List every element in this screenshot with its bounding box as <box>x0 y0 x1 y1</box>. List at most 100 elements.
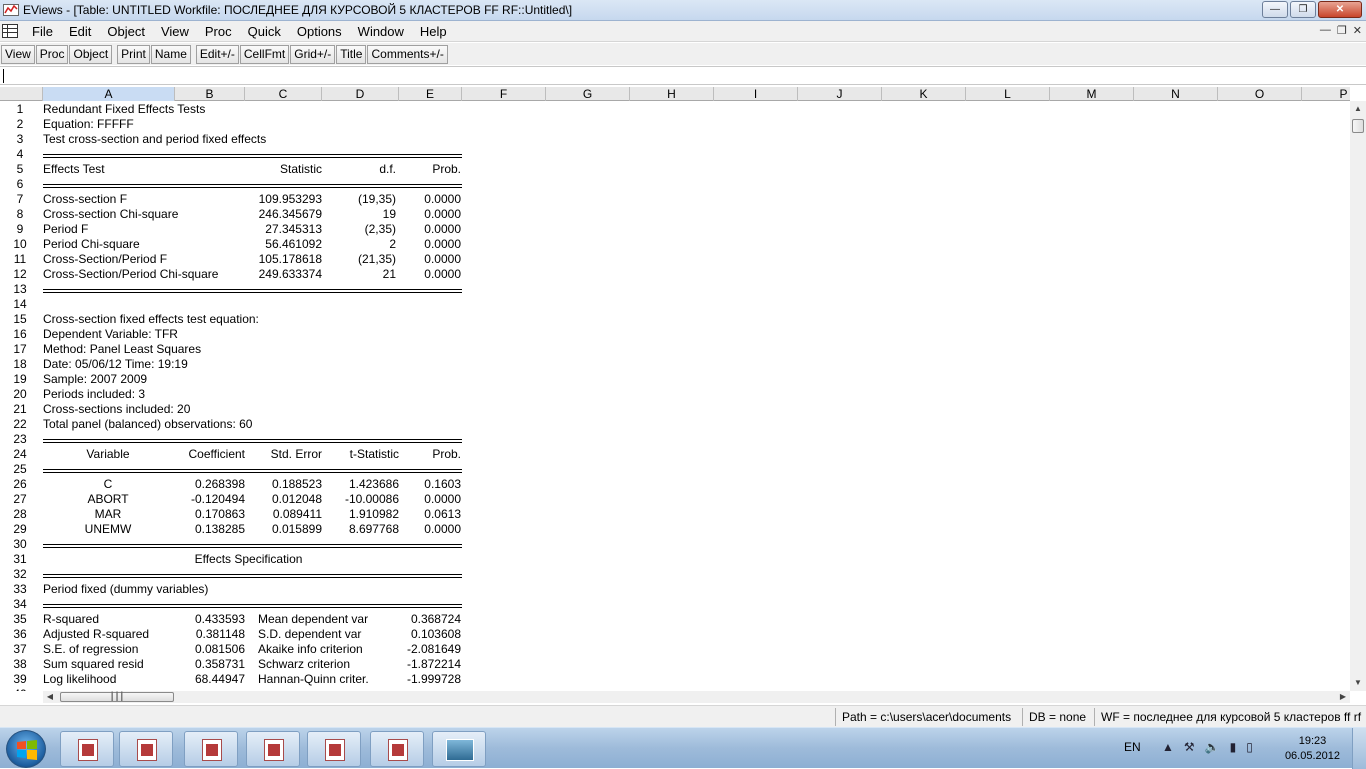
effects-test-name[interactable]: Cross-section Chi-square <box>43 207 178 222</box>
mdi-close-icon[interactable]: ✕ <box>1353 24 1362 37</box>
coef-stderror[interactable]: 0.188523 <box>245 477 322 492</box>
coef-tstat[interactable]: 8.697768 <box>322 522 399 537</box>
column-header-a[interactable]: A <box>43 87 175 101</box>
row-header[interactable]: 6 <box>0 177 40 192</box>
scroll-up-arrow-icon[interactable]: ▲ <box>1350 101 1366 117</box>
column-header-l[interactable]: L <box>966 87 1050 101</box>
menu-proc[interactable]: Proc <box>197 24 240 39</box>
coef-variable[interactable]: UNEMW <box>43 522 173 537</box>
row-header[interactable]: 9 <box>0 222 40 237</box>
row-header[interactable]: 12 <box>0 267 40 282</box>
taskbar-pdf-2[interactable] <box>119 731 173 767</box>
effects-test-name[interactable]: Period Chi-square <box>43 237 140 252</box>
stat-name[interactable]: Adjusted R-squared <box>43 627 149 642</box>
coef-header-variable[interactable]: Variable <box>43 447 173 462</box>
coef-header-tstat[interactable]: t-Statistic <box>322 447 399 462</box>
effects-header-df[interactable]: d.f. <box>322 162 396 177</box>
stat-name[interactable]: S.E. of regression <box>43 642 138 657</box>
row-header[interactable]: 13 <box>0 282 40 297</box>
effects-header-prob[interactable]: Prob. <box>399 162 461 177</box>
row-header[interactable]: 35 <box>0 612 40 627</box>
effects-df[interactable]: (19,35) <box>322 192 396 207</box>
horizontal-scroll-thumb[interactable]: ┃┃┃ <box>60 692 174 702</box>
coef-prob[interactable]: 0.0000 <box>399 492 461 507</box>
close-button[interactable]: ✕ <box>1318 1 1362 18</box>
menu-options[interactable]: Options <box>289 24 350 39</box>
show-hidden-icons-icon[interactable]: ▲ <box>1162 740 1174 754</box>
minimize-button[interactable]: — <box>1262 1 1288 18</box>
comments-toggle-button[interactable]: Comments+/- <box>367 44 448 64</box>
column-header-c[interactable]: C <box>245 87 322 101</box>
row-header[interactable]: 25 <box>0 462 40 477</box>
title-button[interactable]: Title <box>336 44 367 64</box>
clock[interactable]: 19:23 06.05.2012 <box>1285 734 1340 764</box>
stat-value[interactable]: 68.44947 <box>175 672 245 687</box>
horizontal-scrollbar[interactable]: ◀ ┃┃┃ ▶ <box>43 691 1350 703</box>
coef-prob[interactable]: 0.1603 <box>399 477 461 492</box>
stat-name[interactable]: R-squared <box>43 612 99 627</box>
mdi-restore-icon[interactable]: ❐ <box>1337 24 1347 37</box>
row-header[interactable]: 10 <box>0 237 40 252</box>
column-header-e[interactable]: E <box>399 87 462 101</box>
taskbar-pdf-1[interactable] <box>60 731 114 767</box>
stat-name[interactable]: Log likelihood <box>43 672 116 687</box>
row-header[interactable]: 7 <box>0 192 40 207</box>
grid-toggle-button[interactable]: Grid+/- <box>290 44 336 64</box>
row-header[interactable]: 34 <box>0 597 40 612</box>
effects-df[interactable]: (21,35) <box>322 252 396 267</box>
table-title[interactable]: Redundant Fixed Effects Tests <box>43 102 205 117</box>
signal-icon[interactable]: ▮ <box>1230 740 1237 754</box>
equation-info-line[interactable]: Periods included: 3 <box>43 387 145 402</box>
stat-name-right[interactable]: Schwarz criterion <box>258 657 350 672</box>
coef-stderror[interactable]: 0.089411 <box>245 507 322 522</box>
column-header-m[interactable]: M <box>1050 87 1134 101</box>
row-header[interactable]: 27 <box>0 492 40 507</box>
taskbar-image-viewer[interactable] <box>432 731 486 767</box>
effects-header-test[interactable]: Effects Test <box>43 162 105 177</box>
show-desktop-button[interactable] <box>1352 728 1366 769</box>
row-header[interactable]: 30 <box>0 537 40 552</box>
column-header-n[interactable]: N <box>1134 87 1218 101</box>
column-header-f[interactable]: F <box>462 87 546 101</box>
period-fixed-label[interactable]: Period fixed (dummy variables) <box>43 582 208 597</box>
column-header-k[interactable]: K <box>882 87 966 101</box>
table-grid[interactable]: A B C D E F G H I J K L M N O P 12345678… <box>0 87 1350 691</box>
row-header[interactable]: 28 <box>0 507 40 522</box>
stat-value-right[interactable]: 0.103608 <box>373 627 461 642</box>
stat-value[interactable]: 0.381148 <box>175 627 245 642</box>
row-header[interactable]: 39 <box>0 672 40 687</box>
restore-button[interactable]: ❐ <box>1290 1 1316 18</box>
effects-prob[interactable]: 0.0000 <box>399 207 461 222</box>
taskbar-pdf-5[interactable] <box>307 731 361 767</box>
coef-prob[interactable]: 0.0613 <box>399 507 461 522</box>
scroll-left-arrow-icon[interactable]: ◀ <box>43 691 57 703</box>
mdi-minimize-icon[interactable]: — <box>1320 24 1331 37</box>
row-header[interactable]: 20 <box>0 387 40 402</box>
test-description[interactable]: Test cross-section and period fixed effe… <box>43 132 266 147</box>
column-header-p[interactable]: P <box>1302 87 1350 101</box>
effects-prob[interactable]: 0.0000 <box>399 252 461 267</box>
stat-value[interactable]: 0.358731 <box>175 657 245 672</box>
effects-test-name[interactable]: Cross-section F <box>43 192 127 207</box>
menu-help[interactable]: Help <box>412 24 455 39</box>
row-header[interactable]: 1 <box>0 102 40 117</box>
row-header[interactable]: 14 <box>0 297 40 312</box>
name-button[interactable]: Name <box>150 44 191 64</box>
row-header[interactable]: 17 <box>0 342 40 357</box>
stat-name-right[interactable]: S.D. dependent var <box>258 627 361 642</box>
equation-label[interactable]: Equation: FFFFF <box>43 117 134 132</box>
coef-stderror[interactable]: 0.012048 <box>245 492 322 507</box>
equation-info-line[interactable]: Date: 05/06/12 Time: 19:19 <box>43 357 188 372</box>
effects-test-name[interactable]: Period F <box>43 222 88 237</box>
row-header[interactable]: 3 <box>0 132 40 147</box>
column-header-h[interactable]: H <box>630 87 714 101</box>
column-header-d[interactable]: D <box>322 87 399 101</box>
menu-view[interactable]: View <box>153 24 197 39</box>
effects-df[interactable]: 19 <box>322 207 396 222</box>
stat-name-right[interactable]: Mean dependent var <box>258 612 368 627</box>
edit-toggle-button[interactable]: Edit+/- <box>195 44 239 64</box>
equation-info-line[interactable]: Cross-sections included: 20 <box>43 402 190 417</box>
coef-stderror[interactable]: 0.015899 <box>245 522 322 537</box>
vertical-scrollbar[interactable]: ▲ ▼ <box>1350 101 1366 691</box>
column-header-i[interactable]: I <box>714 87 798 101</box>
